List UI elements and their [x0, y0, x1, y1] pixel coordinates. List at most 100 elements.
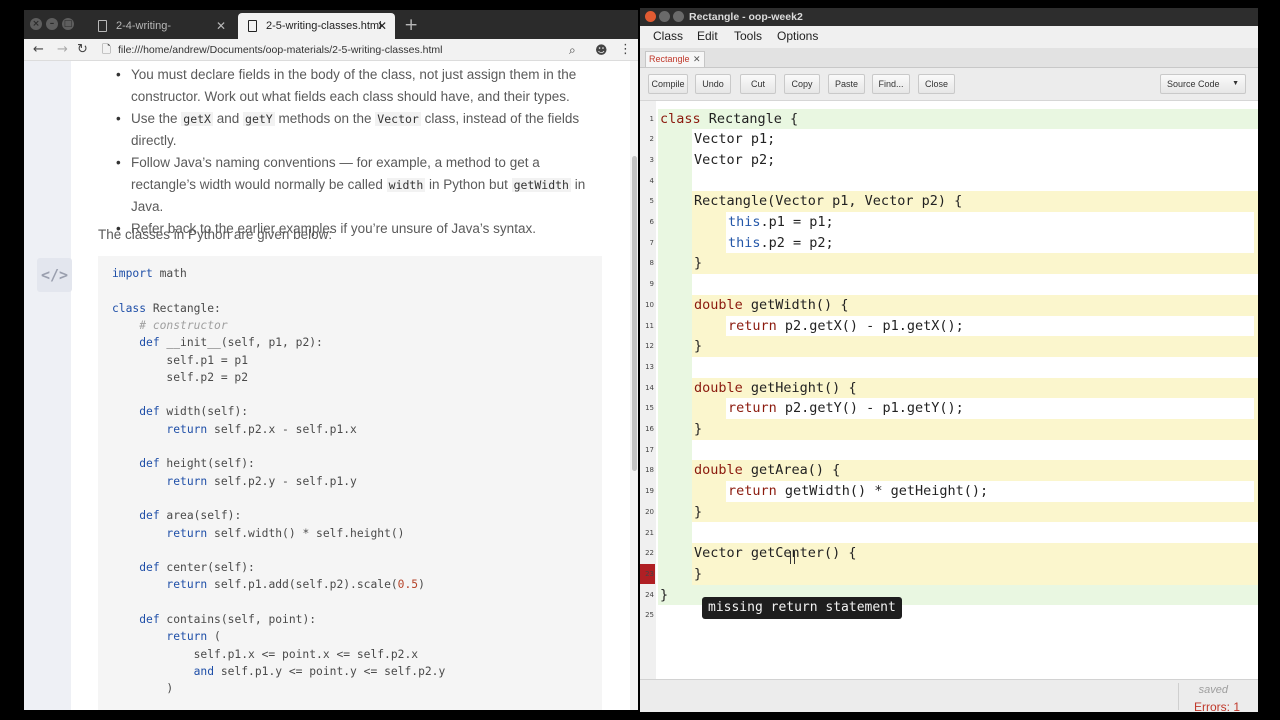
- code-line: return self.p1.add(self.p2).scale(0.5): [112, 576, 425, 593]
- menu-class[interactable]: Class: [653, 29, 683, 43]
- paste-button[interactable]: Paste: [828, 74, 865, 94]
- code-line: }: [694, 419, 702, 439]
- text-cursor-icon: [790, 551, 795, 564]
- line-number: 6: [649, 218, 654, 226]
- editor-maximize-icon[interactable]: [673, 11, 684, 22]
- editor-menu-bar: Class Edit Tools Options: [640, 26, 1258, 48]
- menu-edit[interactable]: Edit: [697, 29, 718, 43]
- address-bar[interactable]: file:///home/andrew/Documents/oop-materi…: [118, 41, 578, 59]
- cut-button[interactable]: Cut: [740, 74, 776, 94]
- code-keyword: return: [728, 483, 777, 500]
- code-line: return self.p2.x - self.p1.x: [112, 421, 356, 438]
- line-number: 17: [645, 445, 654, 454]
- code-keyword: double: [694, 379, 743, 396]
- view-select[interactable]: Source Code ▼: [1160, 74, 1246, 94]
- inline-code: width: [386, 178, 426, 192]
- editor-window: Rectangle - oop-week2 Class Edit Tools O…: [640, 8, 1258, 712]
- inline-code: Vector: [375, 112, 421, 126]
- errors-link[interactable]: Errors: 1: [1194, 700, 1240, 712]
- compile-button[interactable]: Compile: [648, 74, 688, 94]
- error-tooltip: missing return statement: [702, 597, 902, 620]
- line-number-gutter[interactable]: 1 2 3 4 5 6 7 8 9 10 11 12 13 14 15 16 17 18 19 20 21 22 23 24 2…: [640, 101, 656, 680]
- list-item-text: Use the: [131, 111, 182, 126]
- close-button[interactable]: Close: [918, 74, 955, 94]
- copy-button[interactable]: Copy: [784, 74, 820, 94]
- chevron-down-icon: ▼: [1232, 80, 1239, 87]
- code-line: this.p1 = p1;: [728, 212, 834, 232]
- editor-toolbar: Compile Undo Cut Copy Paste Find... Clos…: [640, 68, 1258, 100]
- back-arrow-icon[interactable]: ←: [33, 41, 44, 59]
- menu-dots-icon[interactable]: ⋮: [619, 41, 632, 59]
- code-token: width(self):: [159, 405, 249, 419]
- line-number: 14: [645, 383, 654, 392]
- editor-tab-rectangle[interactable]: Rectangle ✕: [645, 51, 705, 67]
- code-token: }: [694, 503, 703, 520]
- code-token: getWidth() {: [742, 296, 849, 313]
- code-block-icon: </>: [37, 258, 72, 292]
- browser-tab-classes[interactable]: 2-5-writing-classes.html ✕: [238, 13, 395, 39]
- menu-tools[interactable]: Tools: [734, 29, 762, 43]
- reload-icon[interactable]: ↻: [77, 41, 88, 59]
- find-button[interactable]: Find...: [872, 74, 910, 94]
- code-line: def height(self):: [112, 455, 255, 472]
- status-divider: [1178, 683, 1179, 710]
- close-tab-icon[interactable]: ✕: [216, 13, 226, 39]
- line-number: 3: [649, 155, 654, 164]
- code-editor[interactable]: 1 2 3 4 5 6 7 8 9 10 11 12 13 14 15 16 17 18 19 20 21 22 23 24 2…: [640, 100, 1258, 680]
- code-line: def __init__(self, p1, p2):: [112, 334, 323, 351]
- editor-close-icon[interactable]: [645, 11, 656, 22]
- code-token: p2.getX() - p1.getX();: [776, 317, 964, 334]
- zoom-icon[interactable]: ⌕: [569, 41, 576, 59]
- undo-button[interactable]: Undo: [695, 74, 731, 94]
- close-tab-icon[interactable]: ✕: [377, 13, 387, 39]
- scrollbar-thumb[interactable]: [632, 156, 637, 471]
- page-icon: [248, 20, 257, 32]
- code-token: ): [112, 682, 174, 696]
- new-tab-icon[interactable]: +: [404, 15, 418, 35]
- code-line: }: [694, 336, 702, 356]
- editor-title-bar: Rectangle - oop-week2: [640, 8, 1258, 26]
- list-item: You must declare fields in the body of t…: [116, 64, 606, 108]
- forward-arrow-icon[interactable]: →: [57, 41, 68, 59]
- close-tab-icon[interactable]: ✕: [693, 52, 701, 67]
- line-number: 11: [645, 321, 654, 330]
- code-token: .p2 = p2;: [760, 234, 834, 251]
- code-keyword: import: [112, 267, 153, 280]
- code-line: this.p2 = p2;: [728, 233, 834, 253]
- code-token: }: [660, 586, 669, 603]
- code-token: # constructor: [139, 318, 228, 332]
- window-minimize-icon[interactable]: –: [46, 18, 58, 30]
- code-token: Rectangle(Vector p1, Vector p2) {: [694, 193, 963, 210]
- browser-tab-methods[interactable]: 2-4-writing-methods.html ✕: [88, 13, 234, 58]
- code-line: class Rectangle:: [112, 300, 221, 317]
- code-line: double getWidth() {: [694, 295, 848, 315]
- line-number: 19: [645, 487, 654, 496]
- code-line: self.p1 = p1: [112, 352, 248, 369]
- profile-icon[interactable]: ☻: [595, 41, 608, 59]
- line-number: 20: [645, 507, 654, 516]
- line-number: 1: [649, 114, 654, 123]
- line-number: 10: [645, 300, 654, 309]
- file-info-icon[interactable]: 🗋: [102, 41, 111, 59]
- page-scrollbar[interactable]: [630, 61, 638, 710]
- editor-minimize-icon[interactable]: [659, 11, 670, 22]
- line-number: 22: [645, 549, 654, 558]
- line-number: 16: [645, 425, 654, 433]
- code-token: ): [418, 578, 425, 592]
- code-line: return (: [112, 628, 220, 645]
- window-close-icon[interactable]: ×: [30, 18, 42, 30]
- page-margin: [24, 61, 71, 710]
- editor-title: Rectangle - oop-week2: [689, 11, 803, 23]
- code-line: }: [694, 564, 702, 584]
- window-maximize-icon[interactable]: □: [62, 18, 74, 30]
- code-line: Vector p1;: [694, 129, 775, 149]
- menu-options[interactable]: Options: [777, 29, 818, 43]
- code-line: }: [694, 253, 702, 273]
- inline-code: getX: [181, 112, 213, 126]
- list-item-text: and: [212, 111, 244, 126]
- code-keyword: def: [139, 336, 160, 350]
- code-keyword: return: [166, 422, 208, 436]
